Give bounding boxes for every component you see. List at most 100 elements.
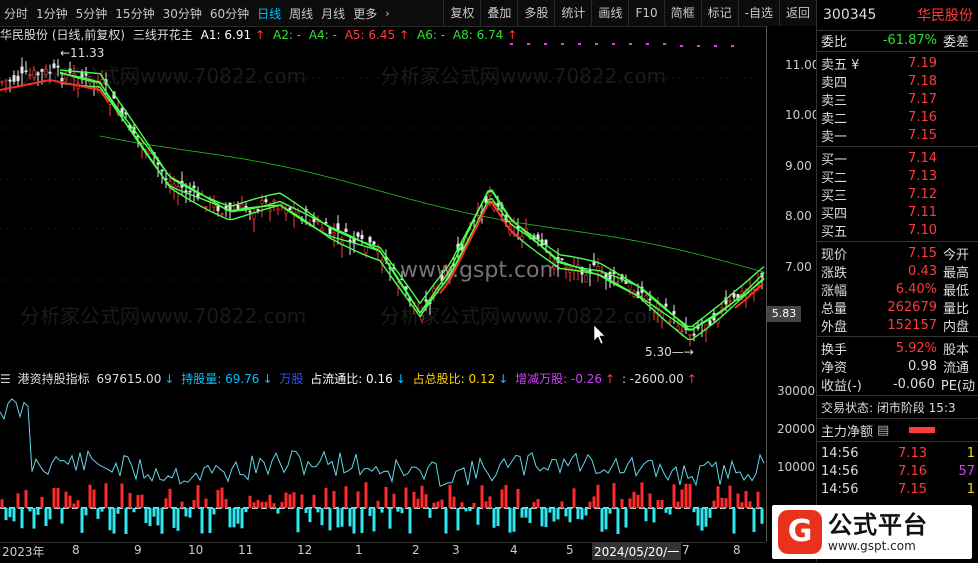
signal-dot <box>663 43 666 45</box>
bar-positive <box>560 501 564 508</box>
ma-long-line <box>99 135 765 273</box>
webi-value: -61.87% <box>882 32 937 48</box>
holding-line <box>0 398 765 487</box>
timeframe-7[interactable]: 周线 <box>285 5 317 22</box>
bid-value: 7.11 <box>908 204 937 220</box>
bar-negative <box>492 508 496 528</box>
indicator-tick: 10000 <box>777 460 816 474</box>
date-tick: 3 <box>452 543 460 557</box>
stat-label: 现价 <box>821 247 848 263</box>
bar-negative <box>408 508 412 534</box>
candle-body <box>260 200 264 204</box>
bar-negative <box>232 508 236 528</box>
bar-positive <box>344 486 348 508</box>
timeframe-8[interactable]: 月线 <box>317 5 349 22</box>
candle-body <box>368 236 372 243</box>
candle-body <box>48 71 52 74</box>
bar-positive <box>480 485 484 508</box>
bar-positive <box>168 488 172 508</box>
toolbar-button-3[interactable]: 统计 <box>554 0 591 26</box>
bar-negative <box>652 508 656 523</box>
signal-dot <box>731 45 734 47</box>
bar-positive <box>588 501 592 508</box>
bar-positive <box>68 495 72 508</box>
candle-body <box>248 210 252 213</box>
date-tick: 12 <box>297 543 313 557</box>
down-arrow-icon: ↓ <box>395 372 406 386</box>
indicator-chart[interactable] <box>0 388 765 540</box>
bar-positive <box>216 489 220 508</box>
timeframe-9[interactable]: 更多 <box>349 5 381 22</box>
signal-dot <box>544 43 547 45</box>
price-tick: 9.00 <box>785 159 812 173</box>
a8-value: A8: 6.74 <box>452 28 504 42</box>
toolbar-button-8[interactable]: -自选 <box>737 0 779 26</box>
timeframe-3[interactable]: 15分钟 <box>111 5 158 22</box>
collapse-icon[interactable]: ☰ <box>0 372 11 386</box>
menu-icon[interactable]: ▤ <box>877 423 889 438</box>
timeframe-2[interactable]: 5分钟 <box>72 5 112 22</box>
stat2-label-2: PE(动 <box>940 378 975 394</box>
toolbar-button-7[interactable]: 标记 <box>700 0 738 26</box>
bar-negative <box>624 508 628 528</box>
candle-body <box>628 282 632 290</box>
tick-time: 14:56 <box>821 445 859 461</box>
chevron-right-icon[interactable]: › <box>381 7 393 20</box>
quote-header: 300345 华民股份 <box>817 0 978 31</box>
a1-value: A1: 6.91 <box>200 28 252 42</box>
date-tick: 2 <box>412 543 420 557</box>
ask-label: 卖三 <box>821 93 848 109</box>
bar-negative <box>8 508 12 518</box>
toolbar-button-9[interactable]: 返回 <box>778 0 816 26</box>
bar-negative <box>556 508 560 520</box>
bar-negative <box>400 508 404 514</box>
toolbar-button-2[interactable]: 多股 <box>517 0 554 26</box>
bar-positive <box>72 503 76 508</box>
bar-negative <box>464 508 468 512</box>
toolbar-button-5[interactable]: F10 <box>628 0 663 26</box>
timeframe-6[interactable]: 日线 <box>253 5 285 22</box>
toolbar-button-6[interactable]: 简框 <box>663 0 701 26</box>
a5-up-icon: ↑ <box>399 28 410 42</box>
candle-body <box>668 320 672 323</box>
stat-value: 152157 <box>887 317 937 333</box>
bar-negative <box>456 508 460 531</box>
indicator-value: 697615.00 <box>96 372 162 386</box>
timeframe-0[interactable]: 分时 <box>0 5 32 22</box>
bar-positive <box>120 483 124 508</box>
bar-negative <box>540 508 544 527</box>
bar-negative <box>144 508 148 523</box>
stat2-label-2: 流通 <box>943 360 970 376</box>
timeframe-1[interactable]: 1分钟 <box>32 5 72 22</box>
bar-positive <box>220 487 224 508</box>
indicator-name: 港资持股指标 <box>17 372 90 386</box>
ask-row: 卖五 ¥ 7.19 <box>817 54 978 73</box>
bar-negative <box>700 508 704 531</box>
bar-positive <box>288 494 292 508</box>
toolbar-button-0[interactable]: 复权 <box>443 0 480 26</box>
candlestick-chart[interactable]: ←11.33 5.30—→ <box>0 42 765 368</box>
candle-body <box>240 204 244 208</box>
candle-body <box>728 300 732 302</box>
bar-positive <box>420 485 424 508</box>
bar-negative <box>396 508 400 512</box>
toolbar-button-4[interactable]: 画线 <box>591 0 628 26</box>
stat-row: 总量 262679 量比 <box>817 298 978 317</box>
bar-positive <box>272 503 276 508</box>
bar-positive <box>248 495 252 508</box>
bar-negative <box>60 508 64 524</box>
timeframe-5[interactable]: 60分钟 <box>206 5 253 22</box>
candle-body <box>344 228 348 232</box>
stat-label-2: 量比 <box>943 301 970 317</box>
toolbar-button-1[interactable]: 叠加 <box>480 0 517 26</box>
candle-body <box>24 70 28 73</box>
bar-positive <box>0 499 4 508</box>
ask-row: 卖二 7.16 <box>817 108 978 127</box>
candle-body <box>664 303 668 307</box>
timeframe-4[interactable]: 30分钟 <box>159 5 206 22</box>
stat2-value: -0.060 <box>892 376 935 392</box>
bar-negative <box>552 508 556 522</box>
bar-positive <box>628 498 632 508</box>
stat-row: 涨跌 0.43 最高 <box>817 262 978 281</box>
site-watermark: www.gspt.com <box>400 258 561 283</box>
